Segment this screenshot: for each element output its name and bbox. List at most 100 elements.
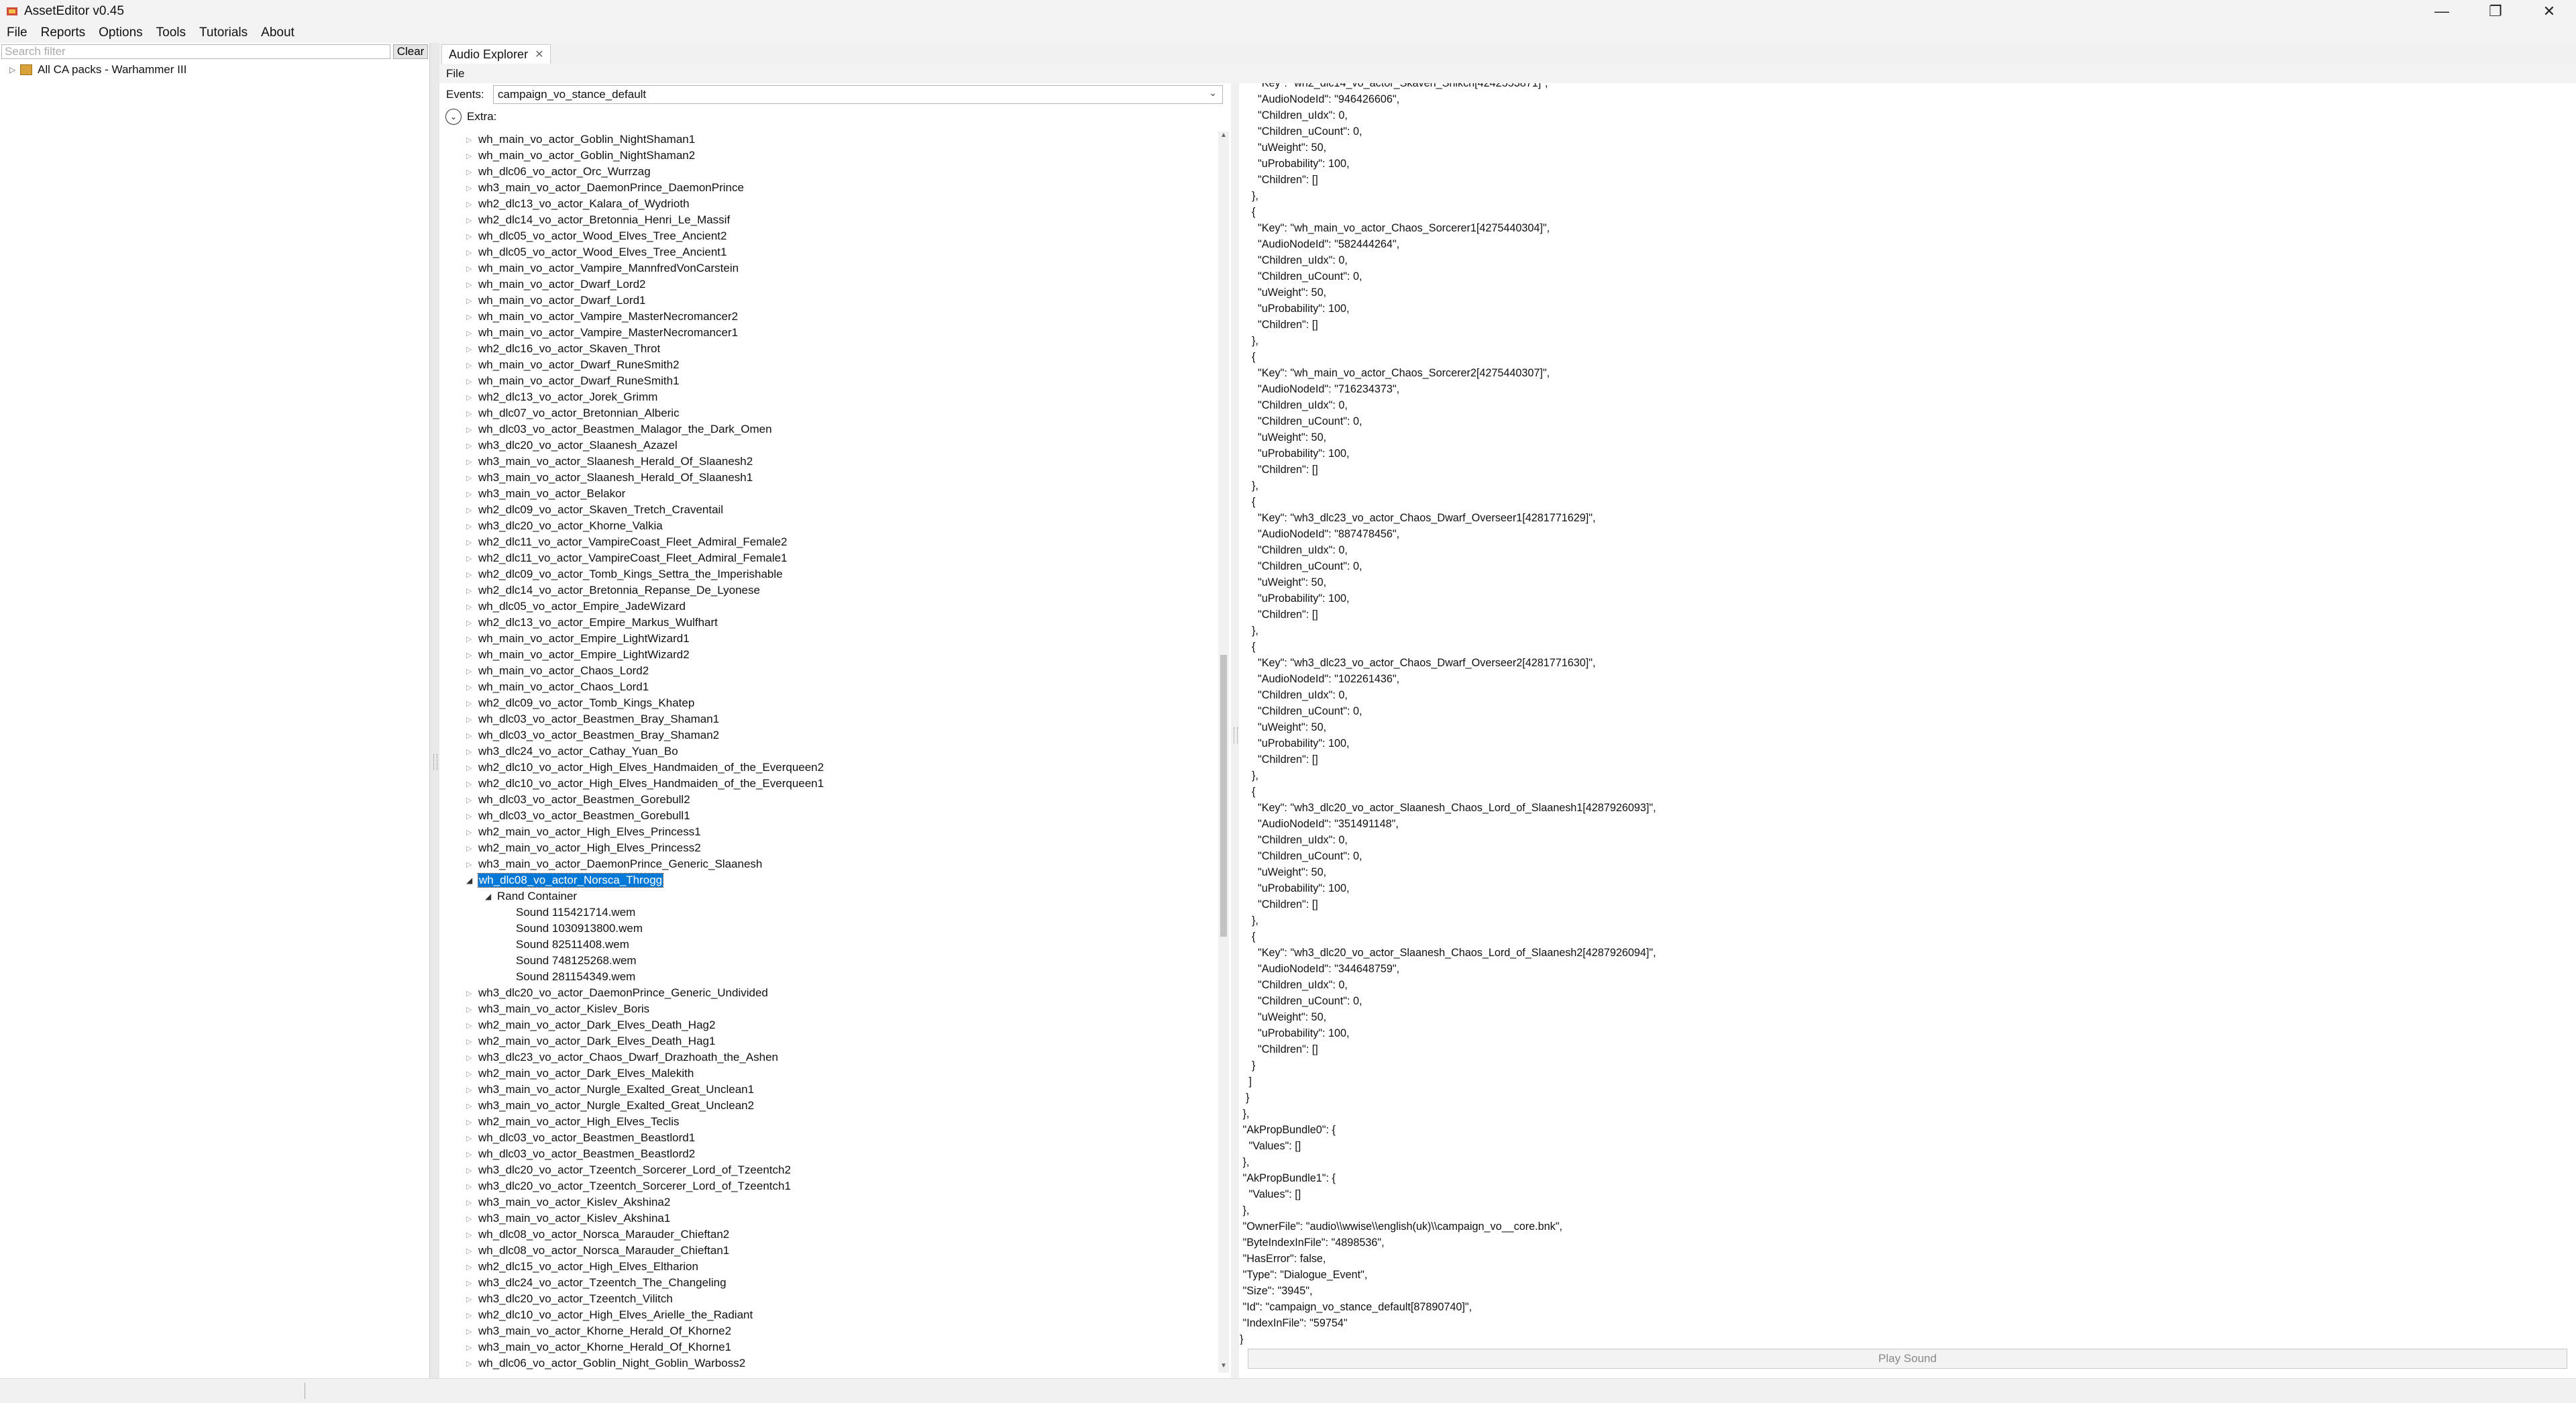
expand-arrow-icon[interactable]: ▷	[466, 699, 476, 708]
expand-arrow-icon[interactable]: ▷	[466, 425, 476, 434]
tree-item[interactable]: ▷ wh3_main_vo_actor_Nurgle_Exalted_Great_…	[439, 1098, 1228, 1114]
expand-arrow-icon[interactable]: ▷	[466, 780, 476, 788]
menu-about[interactable]: About	[254, 25, 301, 40]
tree-item[interactable]: ▷ wh3_main_vo_actor_Slaanesh_Herald_Of_Sl…	[439, 454, 1228, 470]
expand-arrow-icon[interactable]: ▷	[466, 570, 476, 579]
expand-arrow-icon[interactable]: ▷	[466, 1295, 476, 1304]
tree-item[interactable]: ▷ wh_main_vo_actor_Vampire_MasterNecroman…	[439, 309, 1228, 325]
expand-arrow-icon[interactable]: ▷	[466, 441, 476, 450]
tree-item-selected[interactable]: ◢ wh_dlc08_vo_actor_Norsca_Throgg	[439, 872, 1228, 888]
tree-item[interactable]: ▷ wh2_dlc11_vo_actor_VampireCoast_Fleet_A…	[439, 550, 1228, 566]
expand-arrow-icon[interactable]: ▷	[466, 1263, 476, 1271]
tree-item[interactable]: ▷ wh3_dlc23_vo_actor_Chaos_Dwarf_Drazhoat…	[439, 1049, 1228, 1066]
tree-item[interactable]: ▷ wh3_dlc20_vo_actor_DaemonPrince_Generic…	[439, 985, 1228, 1001]
tree-item[interactable]: ▷ wh_main_vo_actor_Dwarf_Lord2	[439, 276, 1228, 293]
expand-arrow-icon[interactable]: ▷	[466, 248, 476, 257]
tree-item[interactable]: ▷ wh3_dlc24_vo_actor_Tzeentch_The_Changel…	[439, 1275, 1228, 1291]
tree-item[interactable]: ▷ wh_dlc05_vo_actor_Wood_Elves_Tree_Ancie…	[439, 228, 1228, 244]
tree-item[interactable]: ▷ wh_dlc05_vo_actor_Empire_JadeWizard	[439, 599, 1228, 615]
tree-item[interactable]: ▷ wh_main_vo_actor_Chaos_Lord1	[439, 679, 1228, 695]
tree-item[interactable]: ▷ wh2_main_vo_actor_Dark_Elves_Malekith	[439, 1066, 1228, 1082]
expand-arrow-icon[interactable]: ▷	[466, 860, 476, 869]
tree-item[interactable]: ▷ wh2_dlc09_vo_actor_Tomb_Kings_Khatep	[439, 695, 1228, 711]
expand-arrow-icon[interactable]: ▷	[466, 184, 476, 193]
expand-arrow-icon[interactable]: ▷	[466, 1021, 476, 1030]
tree-item[interactable]: ▷ wh_dlc03_vo_actor_Beastmen_Beastlord1	[439, 1130, 1228, 1146]
expand-arrow-icon[interactable]: ▷	[466, 1150, 476, 1159]
expand-arrow-icon[interactable]: ▷	[466, 731, 476, 740]
expand-arrow-icon[interactable]: ▷	[466, 297, 476, 305]
close-tab-icon[interactable]: ✕	[535, 48, 543, 61]
json-view[interactable]: "Key": "wh2_dlc14_vo_actor_Skaven_Snikch…	[1240, 83, 2576, 1345]
tree-item[interactable]: ▷ wh_dlc03_vo_actor_Beastmen_Beastlord2	[439, 1146, 1228, 1162]
expand-arrow-icon[interactable]: ▷	[466, 1279, 476, 1288]
events-dropdown[interactable]: campaign_vo_stance_default ⌄	[493, 85, 1223, 104]
expand-arrow-icon[interactable]: ▷	[466, 152, 476, 160]
tree-item[interactable]: ▷ wh_main_vo_actor_Vampire_MasterNecroman…	[439, 325, 1228, 341]
menu-options[interactable]: Options	[92, 25, 149, 40]
tree-item[interactable]: ▷ wh3_main_vo_actor_Khorne_Herald_Of_Khor…	[439, 1323, 1228, 1339]
tree-item[interactable]: ▷ wh3_main_vo_actor_Nurgle_Exalted_Great_…	[439, 1082, 1228, 1098]
tree-item[interactable]: ▷ wh2_dlc10_vo_actor_High_Elves_Handmaide…	[439, 776, 1228, 792]
tree-item[interactable]: ▷ wh_main_vo_actor_Goblin_NightShaman1	[439, 132, 1228, 148]
tree-item[interactable]: ▷ wh2_dlc13_vo_actor_Kalara_of_Wydrioth	[439, 196, 1228, 212]
expand-arrow-icon[interactable]: ▷	[466, 506, 476, 515]
expand-arrow-icon[interactable]: ▷	[466, 1247, 476, 1255]
expand-arrow-icon[interactable]: ▷	[466, 1198, 476, 1207]
tree-item[interactable]: ▷ wh_main_vo_actor_Empire_LightWizard1	[439, 631, 1228, 647]
expand-arrow-icon[interactable]: ▷	[466, 490, 476, 499]
tree-item[interactable]: ▷ wh2_main_vo_actor_High_Elves_Princess1	[439, 824, 1228, 840]
tree-item[interactable]: ▷ wh2_dlc16_vo_actor_Skaven_Throt	[439, 341, 1228, 357]
expand-arrow-icon[interactable]: ▷	[466, 458, 476, 466]
tree-item[interactable]: ▷ wh_dlc03_vo_actor_Beastmen_Gorebull1	[439, 808, 1228, 824]
tree-item[interactable]: ▷ wh_dlc03_vo_actor_Beastmen_Bray_Shaman2	[439, 727, 1228, 743]
expand-arrow-icon[interactable]: ▷	[466, 1359, 476, 1368]
tree-item[interactable]: ▷ wh2_dlc13_vo_actor_Jorek_Grimm	[439, 389, 1228, 405]
tree-item[interactable]: ▷ wh3_dlc20_vo_actor_Slaanesh_Azazel	[439, 437, 1228, 454]
menu-reports[interactable]: Reports	[34, 25, 93, 40]
expand-arrow-icon[interactable]: ▷	[466, 329, 476, 337]
expand-arrow-icon[interactable]: ▷	[466, 409, 476, 418]
expand-arrow-icon[interactable]: ▷	[466, 1118, 476, 1127]
play-sound-button[interactable]: Play Sound	[1248, 1349, 2567, 1369]
expand-arrow-icon[interactable]: ▷	[466, 1086, 476, 1094]
expand-arrow-icon[interactable]: ▷	[466, 586, 476, 595]
tree-item[interactable]: ▷ wh2_dlc11_vo_actor_VampireCoast_Fleet_A…	[439, 534, 1228, 550]
tree-item-sound[interactable]: Sound 115421714.wem	[439, 904, 1228, 921]
expand-arrow-icon[interactable]: ▷	[466, 1037, 476, 1046]
expand-arrow-icon[interactable]: ▷	[466, 603, 476, 611]
tree-item[interactable]: ▷ wh_dlc08_vo_actor_Norsca_Marauder_Chief…	[439, 1243, 1228, 1259]
expand-arrow-icon[interactable]: ◢	[466, 876, 476, 885]
tree-item[interactable]: ▷ wh3_main_vo_actor_Belakor	[439, 486, 1228, 502]
expand-arrow-icon[interactable]: ▷	[466, 136, 476, 144]
tree-item[interactable]: ▷ wh3_main_vo_actor_Kislev_Boris	[439, 1001, 1228, 1017]
tree-item[interactable]: ▷ wh3_main_vo_actor_Khorne_Herald_Of_Khor…	[439, 1339, 1228, 1355]
tree-item[interactable]: ▷ wh3_dlc20_vo_actor_Tzeentch_Sorcerer_Lo…	[439, 1178, 1228, 1194]
expand-arrow-icon[interactable]: ▷	[466, 989, 476, 998]
tree-item-container[interactable]: ◢ Rand Container	[439, 888, 1228, 904]
expand-arrow-icon[interactable]: ▷	[466, 554, 476, 563]
tree-item[interactable]: ▷ wh3_main_vo_actor_Kislev_Akshina2	[439, 1194, 1228, 1210]
expand-arrow-icon[interactable]: ▷	[466, 313, 476, 321]
expand-arrow-icon[interactable]: ◢	[485, 892, 494, 901]
scrollbar-thumb[interactable]	[1220, 655, 1227, 937]
tree-scrollbar[interactable]: ▲ ▼	[1218, 132, 1229, 1373]
expand-arrow-icon[interactable]: ▷	[466, 1231, 476, 1239]
expand-arrow-icon[interactable]: ▷	[466, 796, 476, 804]
tree-item[interactable]: ▷ wh_dlc05_vo_actor_Wood_Elves_Tree_Ancie…	[439, 244, 1228, 260]
minimize-button[interactable]: —	[2415, 0, 2469, 23]
tree-item[interactable]: ▷ wh_main_vo_actor_Empire_LightWizard2	[439, 647, 1228, 663]
tree-item[interactable]: ▷ wh_main_vo_actor_Chaos_Lord2	[439, 663, 1228, 679]
scroll-down-icon[interactable]: ▼	[1218, 1362, 1229, 1373]
tree-item[interactable]: ▷ wh3_main_vo_actor_Kislev_Akshina1	[439, 1210, 1228, 1227]
splitter-grip[interactable]	[433, 754, 437, 770]
expand-arrow-icon[interactable]: ▷	[466, 1102, 476, 1110]
menu-file[interactable]: File	[0, 25, 34, 40]
tab-audio-explorer[interactable]: Audio Explorer ✕	[441, 44, 551, 64]
search-input[interactable]	[1, 44, 390, 59]
explorer-file-menu[interactable]: File	[439, 67, 464, 81]
tree-item[interactable]: ▷ wh2_dlc09_vo_actor_Skaven_Tretch_Craven…	[439, 502, 1228, 518]
expand-arrow-icon[interactable]: ▷	[466, 683, 476, 692]
tree-item[interactable]: ▷ wh_dlc06_vo_actor_Orc_Wurrzag	[439, 164, 1228, 180]
tree-item[interactable]: ▷ wh2_dlc15_vo_actor_High_Elves_Eltharion	[439, 1259, 1228, 1275]
